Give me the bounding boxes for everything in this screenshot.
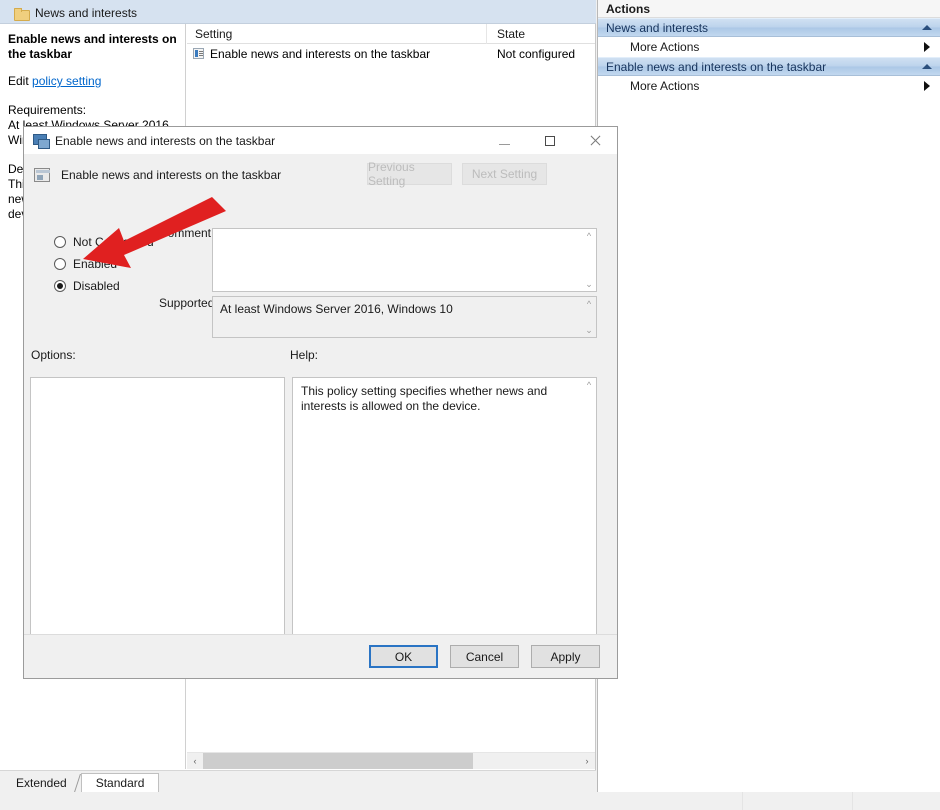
edit-prefix: Edit [8,74,29,88]
scroll-up-icon[interactable]: ^ [587,378,591,392]
radio-not-configured-icon[interactable] [54,236,66,248]
dialog-titlebar[interactable]: Enable news and interests on the taskbar [24,127,617,154]
scroll-down-icon[interactable]: ⌄ [585,323,593,337]
radio-enabled[interactable]: Enabled [54,253,164,275]
chevron-right-icon[interactable] [924,42,930,52]
options-label: Options: [31,348,76,362]
column-header-setting[interactable]: Setting [187,23,487,44]
tab-extended[interactable]: Extended [2,773,81,792]
radio-enabled-icon[interactable] [54,258,66,270]
maximize-icon [544,135,555,146]
policy-setting-dialog: Enable news and interests on the taskbar… [23,126,618,679]
row-setting-label: Enable news and interests on the taskbar [210,46,431,61]
scroll-left-icon[interactable]: ‹ [187,752,203,769]
next-setting-button[interactable]: Next Setting [462,163,547,185]
actions-pane-title: Actions [598,0,940,18]
tab-standard[interactable]: Standard [80,773,160,792]
list-header: Setting State [187,23,595,44]
requirements-label: Requirements: [8,103,87,117]
tab-news-and-interests[interactable]: News and interests [4,2,156,24]
folder-icon [14,7,30,21]
tab-extended-label: Extended [16,775,67,790]
table-row[interactable]: Enable news and interests on the taskbar… [187,44,595,63]
maximize-button[interactable] [527,127,572,154]
comment-field[interactable]: ^ ⌄ [212,228,597,292]
actions-group-label: News and interests [606,20,709,35]
dialog-body: Enable news and interests on the taskbar… [24,154,617,678]
options-panel[interactable] [30,377,285,660]
actions-item-more-actions-2[interactable]: More Actions [598,76,940,96]
window-buttons [482,127,617,154]
radio-disabled[interactable]: Disabled [54,275,164,297]
minimize-icon [499,143,510,145]
console-tabstrip: News and interests [0,0,596,24]
radio-not-configured[interactable]: Not Configured [54,231,164,253]
row-setting-cell: Enable news and interests on the taskbar [187,47,487,61]
policy-state-radio-group: Not Configured Enabled Disabled [54,231,164,297]
supported-scrollbar[interactable]: ^ ⌄ [582,297,596,337]
close-button[interactable] [572,127,617,154]
desktop-bottom-strip [0,792,940,810]
scroll-right-icon[interactable]: › [579,752,595,769]
radio-not-configured-label: Not Configured [73,235,154,249]
tab-curve-decoration [160,2,200,24]
minimize-button[interactable] [482,127,527,154]
policy-header-label: Enable news and interests on the taskbar [61,168,282,182]
screen: News and interests Enable news and inter… [0,0,940,810]
apply-button[interactable]: Apply [531,645,600,668]
help-scrollbar[interactable]: ^ ⌄ [582,378,596,659]
actions-item-more-actions-1[interactable]: More Actions [598,37,940,57]
actions-item-label: More Actions [630,40,700,54]
dialog-title: Enable news and interests on the taskbar [55,133,276,148]
chevron-up-icon[interactable] [922,25,932,30]
chevron-up-icon[interactable] [922,64,932,69]
dialog-footer: OK Cancel Apply [24,634,617,678]
edit-policy-line: Edit policy setting [8,74,177,89]
previous-setting-button[interactable]: Previous Setting [367,160,452,188]
ok-button[interactable]: OK [369,645,438,668]
chevron-right-icon[interactable] [924,81,930,91]
scrollbar-thumb[interactable] [203,752,473,769]
scroll-down-icon[interactable]: ⌄ [585,277,593,291]
supported-on-field: At least Windows Server 2016, Windows 10… [212,296,597,338]
scroll-up-icon[interactable]: ^ [587,229,591,243]
policy-header-row: Enable news and interests on the taskbar… [34,160,607,195]
edit-policy-setting-link[interactable]: policy setting [32,74,101,88]
horizontal-scrollbar[interactable]: ‹ › [187,752,595,769]
actions-pane: Actions News and interests More Actions … [597,0,940,792]
detail-title: Enable news and interests on the taskbar [8,32,177,61]
help-panel[interactable]: This policy setting specifies whether ne… [292,377,597,660]
policy-header-icon [34,168,50,182]
comment-scrollbar[interactable]: ^ ⌄ [582,229,596,291]
actions-group-label: Enable news and interests on the taskbar [606,59,827,74]
column-header-state[interactable]: State [487,24,595,44]
radio-disabled-icon[interactable] [54,280,66,292]
radio-disabled-label: Disabled [73,279,120,293]
scrollbar-track[interactable] [203,752,579,769]
row-state-cell: Not configured [497,46,576,61]
radio-enabled-label: Enabled [73,257,118,271]
group-policy-icon [33,133,50,149]
actions-group-enable-news-and-interests[interactable]: Enable news and interests on the taskbar [598,57,940,76]
close-icon [589,135,601,147]
scroll-up-icon[interactable]: ^ [587,297,591,311]
actions-item-label: More Actions [630,79,700,93]
supported-on-value: At least Windows Server 2016, Windows 10 [220,302,453,316]
tab-standard-label: Standard [95,776,145,790]
comment-label: Comment: [159,226,215,240]
tab-label: News and interests [35,6,138,20]
policy-setting-icon [193,48,204,59]
view-tabs: Extended Standard [0,770,596,792]
setting-nav-buttons: Previous Setting Next Setting [367,160,547,188]
help-text: This policy setting specifies whether ne… [301,384,548,413]
actions-group-news-and-interests[interactable]: News and interests [598,18,940,37]
help-label: Help: [290,348,319,362]
cancel-button[interactable]: Cancel [450,645,519,668]
